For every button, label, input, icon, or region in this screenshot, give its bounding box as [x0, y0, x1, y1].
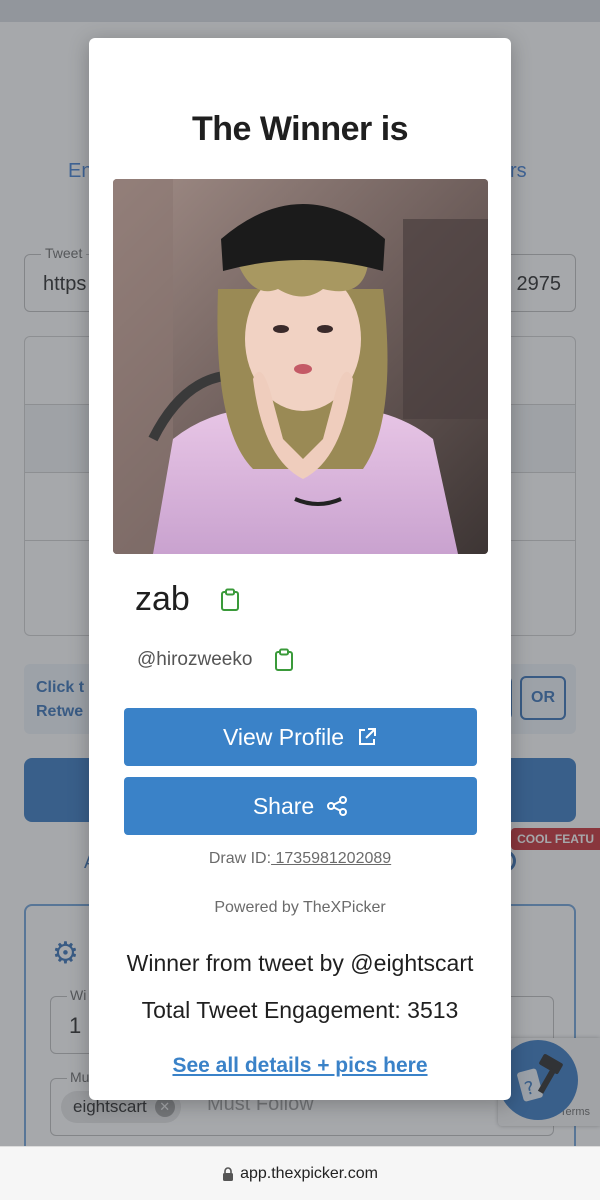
view-profile-label: View Profile	[222, 723, 345, 750]
lock-icon	[223, 1167, 234, 1181]
copy-username-icon[interactable]	[220, 588, 240, 612]
total-engagement: Total Tweet Engagement: 3513	[141, 997, 459, 1023]
winner-from-tweet: Winner from tweet by @eightscart	[126, 950, 474, 976]
browser-url-bar[interactable]: app.thexpicker.com	[0, 1146, 600, 1200]
modal-title: The Winner is	[191, 110, 409, 148]
powered-by: Powered by TheXPicker	[214, 899, 386, 916]
winner-photo	[113, 179, 488, 554]
share-label: Share	[252, 792, 315, 819]
external-link-icon	[359, 728, 377, 745]
draw-id: Draw ID: 1735981202089	[89, 850, 511, 868]
draw-id-label: Draw ID:	[208, 850, 272, 867]
url-text: app.thexpicker.com	[240, 1165, 378, 1182]
url-display: app.thexpicker.com	[222, 1165, 378, 1183]
draw-id-value[interactable]: 1735981202089	[271, 850, 391, 867]
see-details-link[interactable]: See all details + pics here	[89, 1054, 511, 1078]
winner-modal: The Winner is zab @hirozweeko View Profi…	[89, 38, 511, 1100]
winner-username-row: zab	[135, 580, 240, 619]
winner-handle: @hirozweeko	[137, 649, 253, 670]
share-icon	[327, 796, 348, 816]
share-button[interactable]: Share	[124, 777, 477, 835]
winner-handle-row: @hirozweeko	[137, 648, 294, 672]
winner-username: zab	[135, 580, 190, 618]
copy-handle-icon[interactable]	[274, 648, 294, 672]
view-profile-button[interactable]: View Profile	[124, 708, 477, 766]
winner-avatar	[113, 179, 488, 554]
